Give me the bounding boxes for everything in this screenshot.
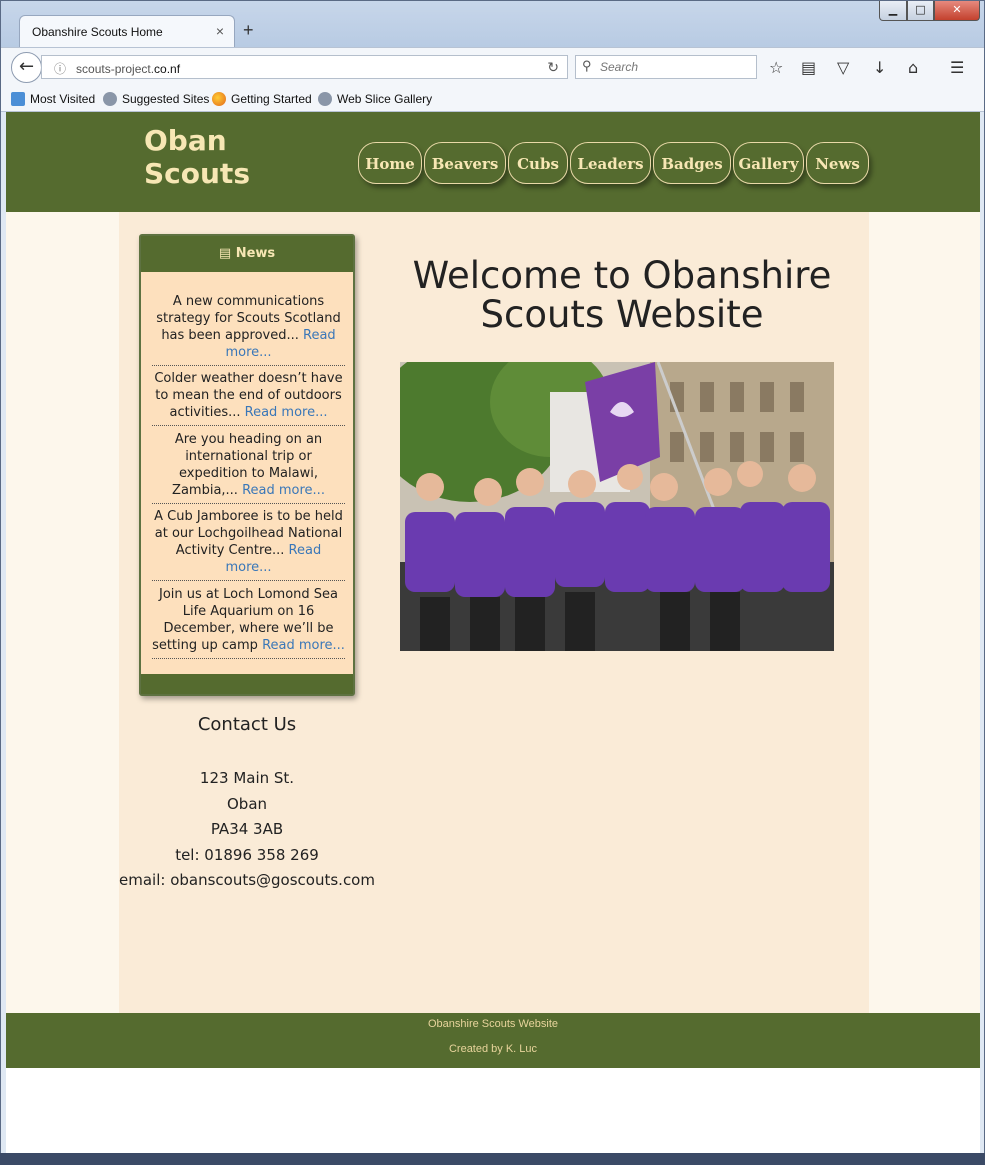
bookmark-label: Most Visited bbox=[30, 92, 96, 106]
content-container: ▤ News A new communications strategy for… bbox=[119, 212, 869, 1013]
navigation-toolbar: ← ⓘ scouts-project.co.nf ↻ ⚲ Search ☆ ▤ ▽… bbox=[1, 47, 984, 87]
browser-window: Obanshire Scouts Home × + ▁ □ ✕ ← ⓘ scout… bbox=[0, 0, 985, 1165]
minimize-button[interactable]: ▁ bbox=[879, 1, 907, 21]
nav-badges[interactable]: Badges bbox=[653, 142, 731, 184]
most-visited-icon bbox=[11, 92, 25, 106]
bookmark-getting-started[interactable]: Getting Started bbox=[212, 92, 312, 106]
site-header: Oban Scouts Home Beavers Cubs Leaders Ba… bbox=[6, 112, 980, 212]
read-more-link[interactable]: Read more... bbox=[262, 638, 345, 653]
news-header: ▤ News bbox=[141, 236, 353, 272]
search-placeholder: Search bbox=[600, 60, 639, 74]
news-heading: News bbox=[235, 246, 276, 261]
browser-tab[interactable]: Obanshire Scouts Home × bbox=[19, 15, 235, 47]
firefox-icon bbox=[212, 92, 226, 106]
tab-close-icon[interactable]: × bbox=[216, 23, 224, 39]
page-blank-area bbox=[6, 1068, 980, 1154]
title-bar: Obanshire Scouts Home × + ▁ □ ✕ bbox=[1, 1, 984, 47]
hamburger-menu-icon[interactable]: ☰ bbox=[950, 58, 964, 77]
close-window-button[interactable]: ✕ bbox=[934, 1, 980, 21]
search-icon: ⚲ bbox=[582, 58, 592, 73]
site-logo[interactable]: Oban Scouts bbox=[144, 124, 250, 190]
footer-credit: Created by K. Luc bbox=[448, 1043, 538, 1055]
welcome-heading: Welcome to Obanshire Scouts Website bbox=[412, 254, 832, 336]
globe-icon bbox=[103, 92, 117, 106]
news-item: Join us at Loch Lomond Sea Life Aquarium… bbox=[152, 586, 345, 659]
tab-title: Obanshire Scouts Home bbox=[32, 25, 163, 39]
news-item: Are you heading on an international trip… bbox=[152, 431, 345, 504]
reading-list-icon[interactable]: ▤ bbox=[801, 58, 816, 77]
news-item: Colder weather doesn’t have to mean the … bbox=[152, 370, 345, 426]
bookmark-label: Getting Started bbox=[231, 92, 312, 106]
news-footer-bar bbox=[141, 674, 353, 694]
globe-icon bbox=[318, 92, 332, 106]
scouts-group-photo bbox=[400, 362, 834, 651]
footer-site-name: Obanshire Scouts Website bbox=[427, 1018, 559, 1030]
contact-address-line: 123 Main St. bbox=[199, 769, 295, 787]
logo-line-2: Scouts bbox=[144, 157, 250, 190]
info-icon[interactable]: ⓘ bbox=[54, 62, 66, 76]
download-icon[interactable]: ↓ bbox=[873, 58, 886, 77]
reload-icon[interactable]: ↻ bbox=[547, 59, 559, 76]
url-domain: co.nf bbox=[154, 62, 181, 76]
os-taskbar bbox=[0, 1153, 985, 1165]
address-bar[interactable]: ⓘ scouts-project.co.nf ↻ bbox=[41, 55, 568, 79]
search-input[interactable]: ⚲ Search bbox=[575, 55, 757, 79]
news-item: A new communications strategy for Scouts… bbox=[152, 293, 345, 366]
nav-cubs[interactable]: Cubs bbox=[508, 142, 568, 184]
contact-email: email: obanscouts@goscouts.com bbox=[119, 871, 375, 889]
home-icon[interactable]: ⌂ bbox=[908, 58, 918, 77]
read-more-link[interactable]: Read more... bbox=[245, 405, 328, 420]
bookmark-web-slice-gallery[interactable]: Web Slice Gallery bbox=[318, 92, 432, 106]
page-viewport: Oban Scouts Home Beavers Cubs Leaders Ba… bbox=[6, 112, 980, 1154]
nav-beavers[interactable]: Beavers bbox=[424, 142, 506, 184]
bookmarks-toolbar: Most Visited Suggested Sites Getting Sta… bbox=[1, 87, 984, 112]
news-panel: ▤ News A new communications strategy for… bbox=[139, 234, 355, 696]
bookmark-most-visited[interactable]: Most Visited bbox=[11, 92, 95, 106]
contact-town: Oban bbox=[226, 794, 268, 813]
bookmark-label: Web Slice Gallery bbox=[337, 92, 433, 106]
contact-telephone: tel: 01896 358 269 bbox=[175, 845, 319, 864]
site-footer: Obanshire Scouts Website Created by K. L… bbox=[6, 1013, 980, 1068]
back-arrow-icon[interactable]: ← bbox=[11, 52, 42, 83]
contact-postcode: PA34 3AB bbox=[210, 820, 284, 838]
url-prefix: scouts-project. bbox=[76, 62, 155, 76]
bookmark-suggested-sites[interactable]: Suggested Sites bbox=[103, 92, 209, 106]
scouts-photo-illustration bbox=[400, 362, 834, 651]
news-item: A Cub Jamboree is to be held at our Loch… bbox=[152, 508, 345, 581]
pocket-icon[interactable]: ▽ bbox=[837, 58, 849, 77]
bookmark-label: Suggested Sites bbox=[122, 92, 210, 106]
nav-gallery[interactable]: Gallery bbox=[733, 142, 804, 184]
contact-heading: Contact Us bbox=[197, 714, 297, 735]
new-tab-button[interactable]: + bbox=[243, 20, 254, 41]
nav-leaders[interactable]: Leaders bbox=[570, 142, 651, 184]
nav-news[interactable]: News bbox=[806, 142, 869, 184]
bookmark-star-icon[interactable]: ☆ bbox=[769, 58, 783, 77]
logo-line-1: Oban bbox=[144, 124, 227, 157]
contact-section: Contact Us 123 Main St. Oban PA34 3AB te… bbox=[119, 714, 375, 894]
read-more-link[interactable]: Read more... bbox=[242, 483, 325, 498]
newspaper-icon: ▤ bbox=[218, 246, 232, 261]
maximize-button[interactable]: □ bbox=[907, 1, 934, 21]
nav-home[interactable]: Home bbox=[358, 142, 422, 184]
